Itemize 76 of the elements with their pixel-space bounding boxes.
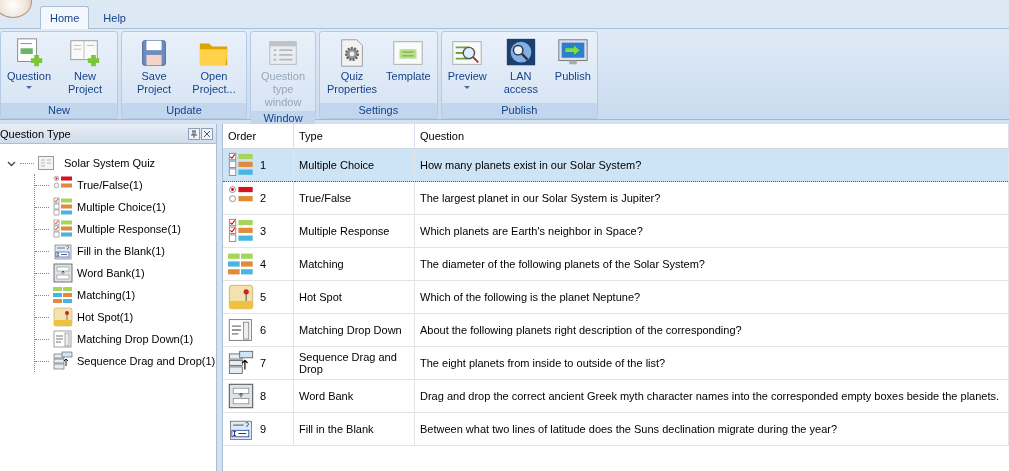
order-number: 3 <box>260 225 267 237</box>
ribbon-button[interactable]: Save Project <box>125 34 184 103</box>
tree-item[interactable]: Hot Spot(1) <box>77 311 134 323</box>
caret-icon <box>26 86 32 89</box>
order-number: 5 <box>260 291 267 303</box>
tree-item[interactable]: Matching(1) <box>77 289 136 301</box>
order-number: 6 <box>260 324 267 336</box>
group-label: Update <box>122 103 247 118</box>
table-cell: Which planets are Earth's neighbor in Space? <box>414 214 1009 248</box>
column-header[interactable]: Question <box>414 124 1009 149</box>
matching-dropdown-question-icon <box>228 317 254 343</box>
order-number: 9 <box>260 423 267 435</box>
tree-item[interactable]: Sequence Drag and Drop(1) <box>77 355 216 367</box>
table-cell: Fill in the Blank <box>293 412 415 446</box>
word-bank-question-icon <box>228 383 254 409</box>
column-header[interactable]: Order <box>223 124 294 149</box>
ribbon-button[interactable]: Preview <box>444 34 490 103</box>
matching-dropdown-question-icon <box>53 329 73 349</box>
table-cell: Word Bank <box>293 379 415 413</box>
table-cell: Which of the following is the planet Neptune? <box>414 280 1009 314</box>
tree-item[interactable]: Word Bank(1) <box>77 267 145 279</box>
order-number: 2 <box>260 192 267 204</box>
order-number: 8 <box>260 390 267 402</box>
ribbon-tab[interactable]: Help <box>93 6 136 29</box>
close-icon[interactable] <box>201 127 213 140</box>
fill-blank-question-icon <box>53 241 73 261</box>
table-cell: The eight planets from inside to outside of the list? <box>414 346 1009 380</box>
ribbon-button[interactable]: Quiz Properties <box>323 34 382 103</box>
table-cell: Sequence Drag and Drop <box>293 346 415 380</box>
multiple-choice-question-icon <box>228 152 254 178</box>
tree-item[interactable]: True/False(1) <box>77 179 143 191</box>
pin-icon[interactable] <box>188 127 200 140</box>
matching-question-icon <box>228 251 254 277</box>
sequence-question-icon <box>228 350 254 376</box>
ribbon-button[interactable]: LAN access <box>491 34 550 103</box>
tree-item[interactable]: Solar System Quiz <box>64 157 156 169</box>
sequence-question-icon <box>53 351 73 371</box>
caret-icon <box>464 86 471 89</box>
ribbon-button[interactable]: Publish <box>551 34 594 103</box>
ribbon-button[interactable]: New Project <box>56 34 115 103</box>
hot-spot-question-icon <box>228 284 254 310</box>
order-number: 1 <box>260 159 267 171</box>
tree-item[interactable]: Fill in the Blank(1) <box>77 245 166 257</box>
tree-item[interactable]: Matching Drop Down(1) <box>77 333 194 345</box>
order-number: 4 <box>260 258 267 270</box>
panel-title: Question Type <box>0 127 71 140</box>
table-cell: Drag and drop the correct ancient Greek myth character names into the corresponded empty boxes beside the planets. <box>414 379 1009 413</box>
order-number: 7 <box>260 357 267 369</box>
quiz-document-icon <box>38 156 54 170</box>
ribbon-button[interactable]: Open Project... <box>185 34 244 103</box>
table-cell: Matching Drop Down <box>293 313 415 347</box>
word-bank-question-icon <box>53 263 73 283</box>
multiple-choice-question-icon <box>53 197 73 217</box>
table-cell: How many planets exist in our Solar System? <box>414 148 1009 182</box>
tree-item[interactable]: Multiple Response(1) <box>77 223 181 235</box>
table-cell: Hot Spot <box>293 280 415 314</box>
group-label: New <box>1 103 118 118</box>
table-cell: About the following planets right description of the corresponding? <box>414 313 1009 347</box>
ribbon-button[interactable]: Question <box>4 34 55 103</box>
group-label: Publish <box>441 103 597 118</box>
table-cell: The largest planet in our Solar System is Jupiter? <box>414 181 1009 215</box>
table-cell: True/False <box>293 181 415 215</box>
table-cell: Multiple Choice <box>293 148 415 182</box>
ribbon-button[interactable]: Template <box>383 34 434 103</box>
table-cell: Between what two lines of latitude does the Suns declination migrate during the year? <box>414 412 1009 446</box>
group-label: Settings <box>320 103 437 118</box>
column-header[interactable]: Type <box>293 124 415 149</box>
matching-question-icon <box>53 285 73 305</box>
hot-spot-question-icon <box>53 307 73 327</box>
multiple-response-question-icon <box>228 218 254 244</box>
table-cell: The diameter of the following planets of the Solar System? <box>414 247 1009 281</box>
table-cell: Multiple Response <box>293 214 415 248</box>
table-cell: Matching <box>293 247 415 281</box>
multiple-response-question-icon <box>53 219 73 239</box>
ribbon-tab[interactable]: Home <box>40 6 90 29</box>
tree-item[interactable]: Multiple Choice(1) <box>77 201 166 213</box>
